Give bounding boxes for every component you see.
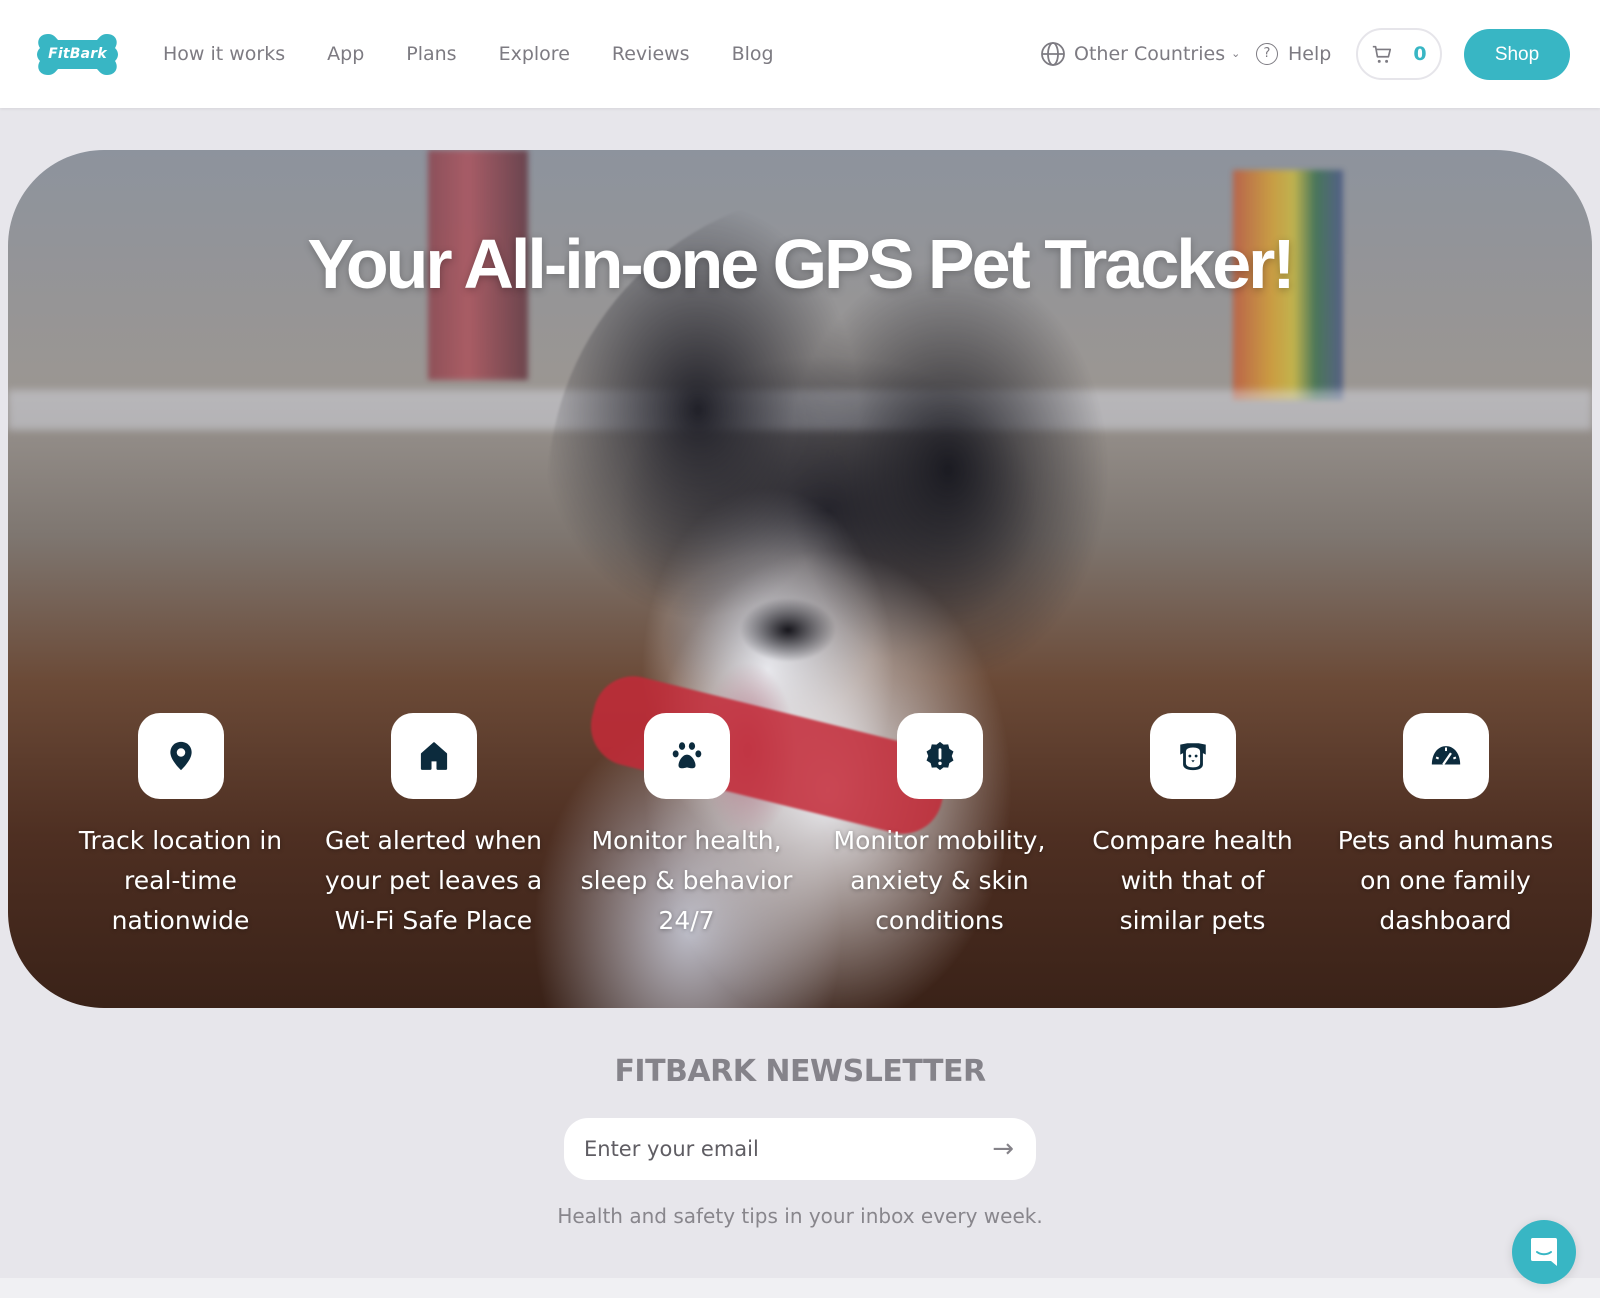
chevron-down-icon: ⌄: [1231, 47, 1241, 60]
feature-item: Track location in real-time nationwide: [54, 713, 307, 941]
chat-launcher-button[interactable]: [1512, 1220, 1576, 1284]
nav-reviews[interactable]: Reviews: [612, 40, 690, 68]
alert-badge-icon: [926, 741, 953, 771]
newsletter-form: →: [564, 1118, 1036, 1180]
feature-icon-button[interactable]: [390, 713, 477, 799]
region-selector[interactable]: Other Countries ⌄: [1040, 40, 1240, 68]
feature-item: Pets and humans on one family dashboard: [1319, 713, 1572, 941]
nav-plans[interactable]: Plans: [406, 40, 456, 68]
location-pin-icon: [169, 741, 192, 771]
feature-item: Compare health with that of similar pets: [1066, 713, 1319, 941]
feature-list: Track location in real-time nationwide G…: [54, 713, 1574, 941]
feature-icon-button[interactable]: [896, 713, 983, 799]
feature-text: Track location in real-time nationwide: [78, 826, 283, 935]
gauge-icon: [1431, 746, 1460, 766]
fitbark-logo[interactable]: FitBark: [34, 30, 121, 79]
feature-item: Monitor mobility, anxiety & skin conditi…: [813, 713, 1066, 941]
newsletter-title: FITBARK NEWSLETTER: [614, 1054, 986, 1089]
nav-blog[interactable]: Blog: [732, 40, 774, 68]
help-label: Help: [1288, 43, 1332, 65]
submit-arrow-icon[interactable]: →: [992, 1134, 1014, 1164]
feature-text: Compare health with that of similar pets: [1092, 826, 1293, 935]
paw-icon: [672, 742, 701, 769]
dog-face-icon: [1179, 743, 1206, 771]
main-nav: How it works App Plans Explore Reviews B…: [163, 40, 816, 68]
feature-icon-button[interactable]: [137, 713, 224, 799]
feature-icon-button[interactable]: [1402, 713, 1489, 799]
home-icon: [420, 742, 447, 770]
cart-count: 0: [1413, 43, 1427, 65]
logo-text: FitBark: [48, 46, 107, 62]
footer-strip: [0, 1278, 1600, 1298]
hero-banner: Your All-in-one GPS Pet Tracker! Track l…: [8, 150, 1592, 1008]
newsletter-subtitle: Health and safety tips in your inbox eve…: [557, 1204, 1043, 1228]
cart-button[interactable]: 0: [1356, 28, 1442, 80]
feature-icon-button[interactable]: [1149, 713, 1236, 799]
region-label: Other Countries: [1074, 43, 1226, 65]
help-link[interactable]: ? Help: [1256, 40, 1331, 68]
feature-text: Monitor health, sleep & behavior 24/7: [580, 826, 793, 935]
nav-explore[interactable]: Explore: [499, 40, 570, 68]
feature-text: Get alerted when your pet leaves a Wi-Fi…: [324, 826, 543, 935]
chat-icon: [1531, 1238, 1557, 1266]
question-circle-icon: ?: [1256, 43, 1278, 65]
site-header: FitBark How it works App Plans Explore R…: [0, 0, 1600, 108]
nav-app[interactable]: App: [327, 40, 364, 68]
feature-text: Monitor mobility, anxiety & skin conditi…: [833, 826, 1046, 935]
shop-button[interactable]: Shop: [1464, 29, 1570, 80]
nav-how-it-works[interactable]: How it works: [163, 40, 285, 68]
feature-item: Get alerted when your pet leaves a Wi-Fi…: [307, 713, 560, 941]
cart-icon: [1373, 45, 1392, 63]
globe-icon: [1041, 42, 1065, 66]
feature-item: Monitor health, sleep & behavior 24/7: [560, 713, 813, 941]
email-input[interactable]: [584, 1137, 993, 1161]
feature-icon-button[interactable]: [643, 713, 730, 799]
feature-text: Pets and humans on one family dashboard: [1337, 826, 1554, 935]
hero-title: Your All-in-one GPS Pet Tracker!: [307, 225, 1295, 303]
